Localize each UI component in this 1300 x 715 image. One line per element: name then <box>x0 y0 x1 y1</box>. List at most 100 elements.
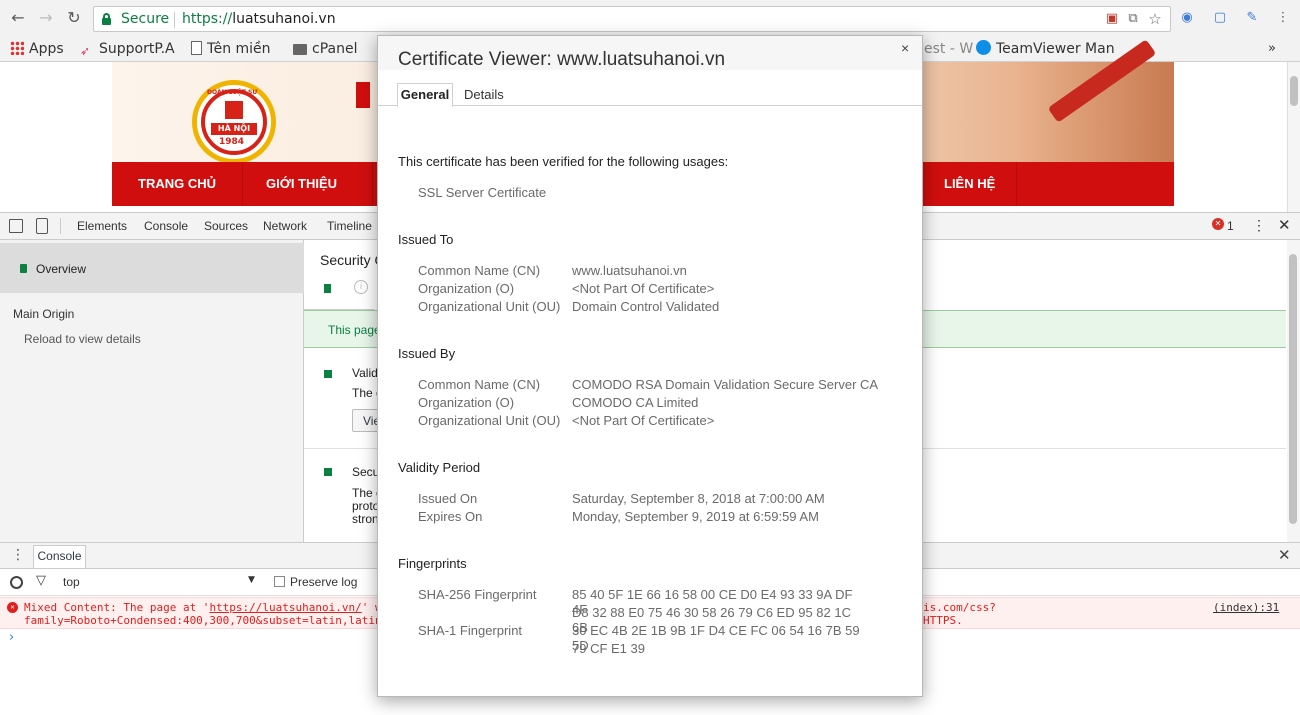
tab-underline <box>378 105 922 106</box>
issued-by-cn-label: Common Name (CN) <box>418 377 541 392</box>
context-dropdown-icon[interactable]: ▼ <box>248 575 255 585</box>
verified-usages-text: This certificate has been verified for t… <box>398 154 729 169</box>
devtools-menu-icon[interactable]: ⋮ <box>1252 217 1266 234</box>
inspect-element-icon[interactable] <box>9 219 23 233</box>
preserve-log-label: Preserve log <box>290 575 358 589</box>
console-prompt-icon[interactable]: › <box>9 630 14 645</box>
blocked-content-icon[interactable]: ▣ <box>1104 11 1120 27</box>
error-badge-icon: ✕ <box>1212 218 1224 230</box>
error-count[interactable]: 1 <box>1227 219 1234 233</box>
issued-by-ou-value: <Not Part Of Certificate> <box>572 413 715 428</box>
fingerprints-heading: Fingerprints <box>398 556 467 571</box>
tab-console[interactable]: Console <box>144 219 188 233</box>
main-origin-heading: Main Origin <box>13 307 75 321</box>
bookmark-cpanel[interactable]: cPanel <box>293 39 357 59</box>
drawer-tab-console[interactable]: Console <box>33 545 86 568</box>
error-source-link[interactable]: (index):31 <box>1213 601 1279 614</box>
extension-globe-icon[interactable]: ◉ <box>1178 10 1196 26</box>
nav-gioi-thieu[interactable]: GIỚI THIỆU <box>266 176 337 191</box>
preserve-log-checkbox[interactable] <box>274 576 285 587</box>
issued-by-cn-value: COMODO RSA Domain Validation Secure Serv… <box>572 377 879 392</box>
reload-icon[interactable]: ↻ <box>64 8 84 28</box>
device-toolbar-icon[interactable] <box>36 218 48 234</box>
reload-details-link[interactable]: Reload to view details <box>24 332 141 346</box>
bookmark-label: cPanel <box>312 41 358 57</box>
issued-on-label: Issued On <box>418 491 478 506</box>
certificate-viewer-dialog: Certificate Viewer: www.luatsuhanoi.vn ×… <box>377 35 923 697</box>
security-panel-title: Security O <box>320 252 386 268</box>
tab-general[interactable]: General <box>397 83 453 107</box>
error-text-line2: family=Roboto+Condensed:400,300,700&subs… <box>24 614 382 627</box>
lock-icon <box>102 13 111 25</box>
drawer-menu-icon[interactable]: ⋮ <box>11 547 25 563</box>
nav-trang-chu[interactable]: TRANG CHỦ <box>138 176 216 191</box>
error-url-link[interactable]: https://luatsuhanoi.vn/ <box>209 601 361 614</box>
expires-on-label: Expires On <box>418 509 483 524</box>
context-select[interactable]: top <box>63 575 80 589</box>
issued-to-o-value: <Not Part Of Certificate> <box>572 281 715 296</box>
secure-label: Secure <box>121 11 170 27</box>
tab-elements[interactable]: Elements <box>77 219 127 233</box>
connection-status-text: proto <box>352 499 380 513</box>
issued-to-ou-value: Domain Control Validated <box>572 299 720 314</box>
bookmark-label: Tên miền <box>207 41 271 57</box>
bookmark-ten-mien[interactable]: Tên miền <box>191 39 271 59</box>
clear-console-icon[interactable] <box>10 576 23 589</box>
folder-icon <box>293 44 307 55</box>
url-text[interactable]: https://luatsuhanoi.vn <box>182 11 336 27</box>
error-text-line1: Mixed Content: The page at 'https://luat… <box>24 601 382 614</box>
temple-emblem <box>225 101 243 119</box>
error-icon: ✕ <box>7 602 18 613</box>
back-arrow-icon[interactable]: ← <box>8 8 28 28</box>
bookmarks-overflow-button[interactable]: » <box>1268 39 1276 59</box>
logo-city-text: HÀ NỘI <box>211 123 257 135</box>
tab-details[interactable]: Details <box>464 87 504 102</box>
bookmark-label: SupportP.A <box>99 41 175 57</box>
issued-by-o-label: Organization (O) <box>418 395 515 410</box>
page-scrollbar[interactable] <box>1287 62 1300 212</box>
bookmark-label: TeamViewer Man <box>996 41 1115 57</box>
sidebar-item-overview[interactable]: Overview <box>0 243 304 293</box>
bar-association-logo[interactable]: ĐOÀN LUẬT SƯ HÀ NỘI 1984 <box>192 80 276 164</box>
issued-to-ou-label: Organizational Unit (OU) <box>418 299 561 314</box>
chrome-menu-icon[interactable]: ⋮ <box>1274 10 1292 26</box>
nav-lien-he[interactable]: LIÊN HỆ <box>944 176 995 191</box>
star-bookmark-icon[interactable]: ☆ <box>1147 11 1163 27</box>
sha256-label: SHA-256 Fingerprint <box>418 587 537 602</box>
nav-separator <box>242 162 243 206</box>
tab-timeline[interactable]: Timeline <box>327 219 372 233</box>
tab-sources[interactable]: Sources <box>204 219 248 233</box>
sha1-label: SHA-1 Fingerprint <box>418 623 523 638</box>
filter-icon[interactable]: ▽ <box>36 573 46 588</box>
issued-to-cn-value: www.luatsuhanoi.vn <box>572 263 687 278</box>
extension-box-icon[interactable]: ▢ <box>1211 10 1229 26</box>
url-protocol: https:// <box>182 11 233 27</box>
status-green-icon <box>324 468 332 476</box>
teamviewer-icon <box>976 40 991 55</box>
tab-network[interactable]: Network <box>263 219 307 233</box>
issued-by-ou-label: Organizational Unit (OU) <box>418 413 561 428</box>
connection-status-title: Secu <box>352 465 380 479</box>
dialog-close-icon[interactable]: × <box>901 40 909 56</box>
forward-arrow-icon[interactable]: → <box>36 8 56 28</box>
bookmark-partial[interactable]: est - W <box>924 39 973 59</box>
eyedropper-icon[interactable]: ✎ <box>1243 10 1261 26</box>
logo-year-text: 1984 <box>219 137 245 147</box>
bookmark-apps[interactable]: Apps <box>10 39 64 59</box>
devtools-close-icon[interactable]: ✕ <box>1278 216 1291 234</box>
bookmark-label: est - W <box>924 41 974 57</box>
url-host: luatsuhanoi.vn <box>232 11 336 27</box>
address-bar[interactable]: Secure https://luatsuhanoi.vn ▣ ⧉ ☆ <box>93 6 1171 32</box>
issued-by-heading: Issued By <box>398 346 456 361</box>
expires-on-value: Monday, September 9, 2019 at 6:59:59 AM <box>572 509 819 524</box>
devtools-scrollbar[interactable] <box>1287 240 1300 542</box>
dialog-title: Certificate Viewer: www.luatsuhanoi.vn <box>398 49 726 70</box>
logo-top-text: ĐOÀN LUẬT SƯ <box>207 89 258 96</box>
drawer-close-icon[interactable]: ✕ <box>1278 546 1291 564</box>
translate-icon[interactable]: ⧉ <box>1125 11 1141 27</box>
nav-separator <box>372 162 373 206</box>
bookmark-teamviewer[interactable]: TeamViewer Man <box>976 39 1115 59</box>
tab-divider <box>60 218 61 234</box>
banner-title-fragment <box>356 82 370 108</box>
bookmark-supportpa[interactable]: ➶ SupportP.A <box>80 39 175 59</box>
